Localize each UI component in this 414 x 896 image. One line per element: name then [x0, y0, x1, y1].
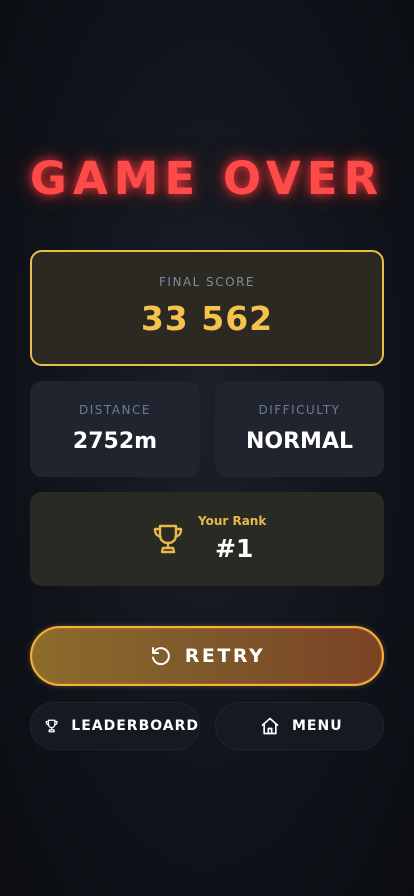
menu-button[interactable]: MENU — [215, 702, 384, 750]
difficulty-value: NORMAL — [246, 429, 353, 454]
rank-card: Your Rank #1 — [30, 492, 384, 586]
trophy-icon — [153, 524, 183, 554]
final-score-label: FINAL SCORE — [159, 275, 255, 289]
game-over-title: GAME OVER — [29, 152, 385, 205]
retry-label: RETRY — [184, 645, 266, 667]
rank-label: Your Rank — [198, 514, 267, 528]
distance-label: DISTANCE — [79, 403, 151, 417]
rank-value: #1 — [215, 534, 254, 563]
final-score-card: FINAL SCORE 33 562 — [30, 250, 384, 366]
difficulty-card: DIFFICULTY NORMAL — [215, 381, 384, 477]
menu-label: MENU — [292, 718, 343, 734]
leaderboard-label: LEADERBOARD — [71, 718, 199, 734]
difficulty-label: DIFFICULTY — [258, 403, 341, 417]
retry-button[interactable]: RETRY — [30, 626, 384, 686]
final-score-value: 33 562 — [140, 299, 274, 338]
leaderboard-button[interactable]: LEADERBOARD — [30, 702, 200, 750]
distance-card: DISTANCE 2752m — [30, 381, 200, 477]
trophy-icon — [45, 719, 58, 733]
retry-icon — [151, 647, 170, 666]
distance-value: 2752m — [72, 429, 158, 454]
home-icon — [261, 717, 279, 735]
